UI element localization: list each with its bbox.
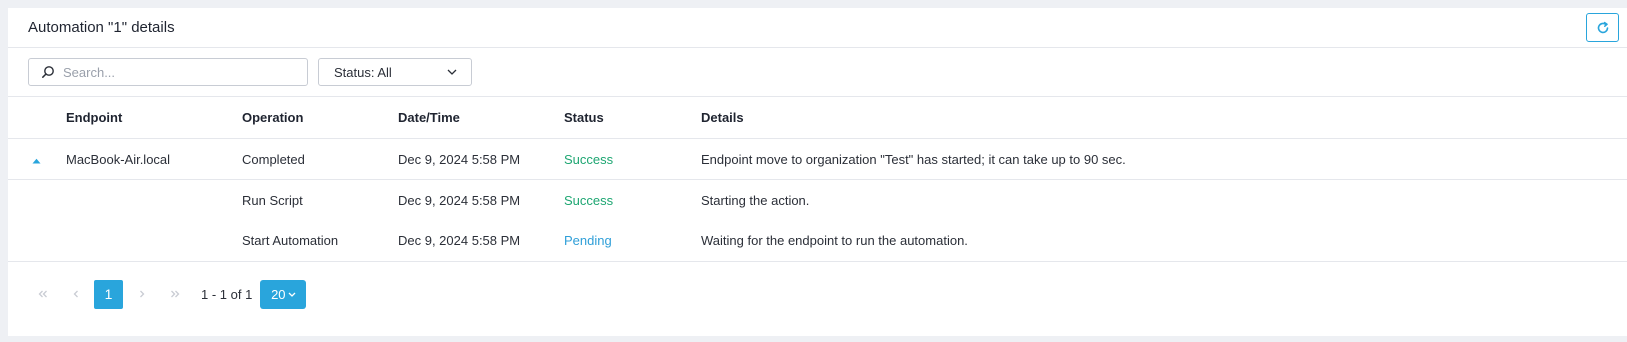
refresh-button[interactable] xyxy=(1586,13,1619,42)
column-header-operation[interactable]: Operation xyxy=(241,97,397,139)
details-cell: Starting the action. xyxy=(701,192,810,208)
table-row: Start Automation Dec 9, 2024 5:58 PM Pen… xyxy=(8,221,1627,262)
details-cell: Endpoint move to organization "Test" has… xyxy=(701,151,1126,167)
last-page-button[interactable] xyxy=(160,280,189,309)
status-cell: Success xyxy=(564,151,614,167)
page-size-select[interactable]: 20 xyxy=(260,279,307,309)
search-input[interactable] xyxy=(61,63,295,81)
next-page-button[interactable] xyxy=(127,280,156,309)
expand-toggle[interactable] xyxy=(8,139,65,180)
status-cell: Pending xyxy=(564,233,612,249)
datetime-cell: Dec 9, 2024 5:58 PM xyxy=(398,192,521,208)
page-size-value: 20 xyxy=(271,286,286,302)
chevron-down-icon xyxy=(288,292,296,297)
operation-cell: Start Automation xyxy=(242,233,339,249)
first-page-button[interactable] xyxy=(28,280,57,309)
expand-column-header xyxy=(8,97,65,139)
operation-cell: Completed xyxy=(242,151,305,167)
chevron-left-icon xyxy=(73,290,78,298)
filter-toolbar: Status: All xyxy=(8,48,1627,96)
pagination: 1 1 - 1 of 1 20 xyxy=(8,262,1627,326)
search-box[interactable] xyxy=(28,58,308,86)
column-header-status[interactable]: Status xyxy=(563,97,700,139)
chevron-down-icon xyxy=(447,69,457,75)
double-chevron-right-icon xyxy=(170,290,179,298)
column-header-details[interactable]: Details xyxy=(700,97,1627,139)
datetime-cell: Dec 9, 2024 5:58 PM xyxy=(398,233,521,249)
datetime-cell: Dec 9, 2024 5:58 PM xyxy=(398,151,521,167)
pagination-range: 1 - 1 of 1 xyxy=(201,286,253,302)
caret-up-icon xyxy=(32,158,41,163)
panel-header: Automation "1" details xyxy=(8,8,1627,48)
details-cell: Waiting for the endpoint to run the auto… xyxy=(701,233,968,249)
status-filter-value: Status: All xyxy=(334,64,392,80)
table-header-row: Endpoint Operation Date/Time Status Deta… xyxy=(8,96,1627,139)
double-chevron-left-icon xyxy=(38,290,47,298)
page-title: Automation "1" details xyxy=(28,19,175,36)
prev-page-button[interactable] xyxy=(61,280,90,309)
refresh-icon xyxy=(1597,21,1608,33)
page-button-current[interactable]: 1 xyxy=(94,279,123,309)
column-header-endpoint[interactable]: Endpoint xyxy=(65,97,241,139)
search-icon xyxy=(42,66,54,78)
table-row: MacBook-Air.local Completed Dec 9, 2024 … xyxy=(8,139,1627,180)
status-cell: Success xyxy=(564,192,614,208)
status-filter-select[interactable]: Status: All xyxy=(318,58,472,86)
chevron-right-icon xyxy=(139,290,144,298)
table-row: Run Script Dec 9, 2024 5:58 PM Success S… xyxy=(8,180,1627,221)
operation-cell: Run Script xyxy=(242,192,303,208)
automation-table: Endpoint Operation Date/Time Status Deta… xyxy=(8,96,1627,262)
automation-details-panel: Automation "1" details Status: All xyxy=(8,8,1627,336)
column-header-datetime[interactable]: Date/Time xyxy=(397,97,563,139)
endpoint-cell[interactable]: MacBook-Air.local xyxy=(65,139,241,180)
